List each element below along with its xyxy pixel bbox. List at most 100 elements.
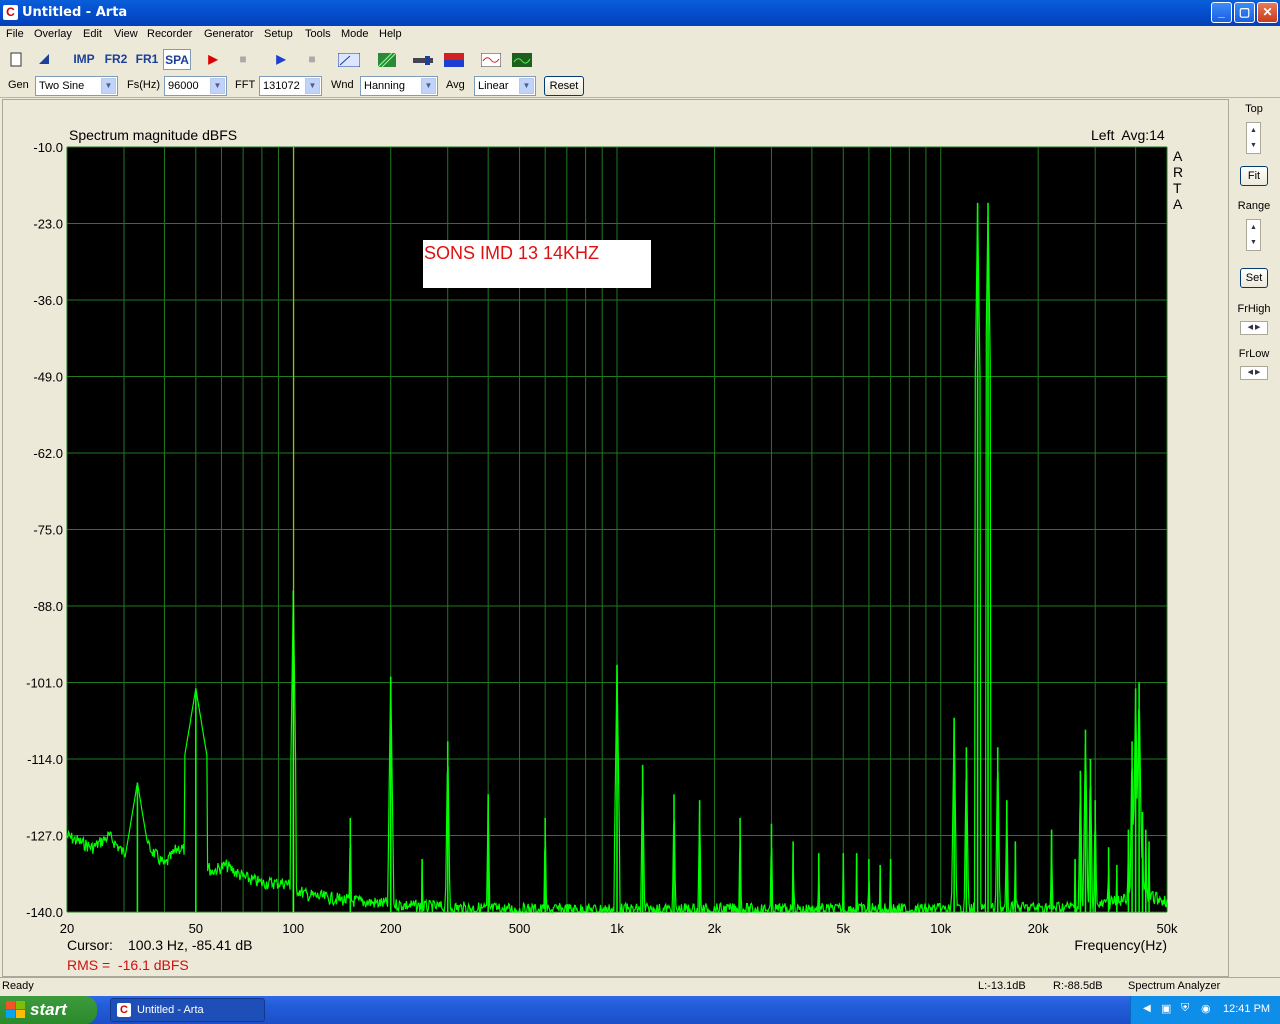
taskbar: start C Untitled - Arta ◀ ▣ ⛨ ◉ 12:41 PM xyxy=(0,996,1280,1024)
rms-readout: RMS = -16.1 dBFS xyxy=(67,957,189,973)
y-tick-label: -75.0 xyxy=(33,523,63,538)
new-file-icon[interactable] xyxy=(6,49,26,70)
window-title: Untitled - Arta xyxy=(22,5,128,20)
top-spinner[interactable]: ▲ ▼ xyxy=(1246,122,1261,154)
imp-mode-button[interactable]: IMP xyxy=(70,49,98,70)
status-bar: Ready L:-13.1dB R:-88.5dB Spectrum Analy… xyxy=(0,977,1280,996)
fft-label: FFT xyxy=(235,79,256,91)
network-icon[interactable]: ▣ xyxy=(1161,1002,1171,1015)
minimize-button[interactable]: _ xyxy=(1211,2,1232,23)
arta-brand-r: R xyxy=(1173,164,1183,180)
generator-select[interactable]: Two Sine ▼ xyxy=(35,76,118,96)
toolbar: IMP FR2 FR1 SPA ▶ ■ ▶ ■ xyxy=(0,46,1280,72)
frlow-label: FrLow xyxy=(1238,348,1270,360)
menu-help[interactable]: Help xyxy=(379,28,402,40)
down-arrow-icon[interactable]: ▼ xyxy=(1247,138,1260,153)
avg-label: Avg xyxy=(446,79,465,91)
antivirus-icon[interactable]: ◉ xyxy=(1201,1002,1211,1015)
security-shield-icon[interactable]: ⛨ xyxy=(1181,1002,1189,1015)
chart-title: Spectrum magnitude dBFS xyxy=(69,127,237,143)
title-bar: C Untitled - Arta _ ▢ ✕ xyxy=(0,0,1280,26)
range-spinner[interactable]: ▲ ▼ xyxy=(1246,219,1261,251)
x-tick-label: 50 xyxy=(189,921,203,936)
sample-rate-select[interactable]: 96000 ▼ xyxy=(164,76,227,96)
top-label: Top xyxy=(1245,103,1263,115)
averaging-select[interactable]: Linear ▼ xyxy=(474,76,536,96)
menu-edit[interactable]: Edit xyxy=(83,28,102,40)
arta-logo-icon: C xyxy=(3,5,18,20)
y-tick-label: -49.0 xyxy=(33,370,63,385)
menu-setup[interactable]: Setup xyxy=(264,28,293,40)
spectrum-icon[interactable] xyxy=(511,49,533,70)
down-arrow-icon[interactable]: ▼ xyxy=(1247,235,1260,250)
x-tick-label: 5k xyxy=(836,921,850,936)
system-tray: ◀ ▣ ⛨ ◉ 12:41 PM xyxy=(1130,996,1280,1024)
options-bar: Gen Two Sine ▼ Fs(Hz) 96000 ▼ FFT 131072 ▼ … xyxy=(0,73,1280,98)
up-arrow-icon[interactable]: ▲ xyxy=(1247,220,1260,235)
taskbar-item-label: Untitled - Arta xyxy=(137,1004,204,1016)
annotation-text: SONS IMD 13 14KHZ xyxy=(424,243,599,263)
arta-brand-a2: A xyxy=(1173,196,1183,212)
menu-file[interactable]: File xyxy=(6,28,24,40)
fr1-mode-button[interactable]: FR1 xyxy=(133,49,161,70)
reset-button[interactable]: Reset xyxy=(544,76,584,96)
status-ready: Ready xyxy=(2,980,34,992)
right-control-panel: Top ▲ ▼ Fit Range ▲ ▼ Set FrHigh ◀ ▶ FrLow… xyxy=(1230,99,1278,977)
fr2-mode-button[interactable]: FR2 xyxy=(102,49,130,70)
gen-label: Gen xyxy=(8,79,29,91)
channel-avg-label: Left Avg:14 xyxy=(1091,127,1165,143)
spectrum-chart[interactable]: Spectrum magnitude dBFS Left Avg:14 -10.… xyxy=(3,100,1230,978)
x-tick-label: 1k xyxy=(610,921,624,936)
chevron-down-icon: ▼ xyxy=(210,78,225,94)
menu-recorder[interactable]: Recorder xyxy=(147,28,192,40)
x-tick-label: 20 xyxy=(60,921,74,936)
arta-brand-a1: A xyxy=(1173,148,1183,164)
level-icon[interactable] xyxy=(444,49,464,70)
x-tick-label: 2k xyxy=(708,921,722,936)
chevron-down-icon: ▼ xyxy=(519,78,534,94)
spa-mode-button[interactable]: SPA xyxy=(163,49,191,70)
open-file-icon[interactable] xyxy=(34,49,54,70)
y-tick-label: -127.0 xyxy=(26,829,63,844)
wnd-label: Wnd xyxy=(331,79,354,91)
fit-button[interactable]: Fit xyxy=(1240,166,1268,186)
play-icon[interactable]: ▶ xyxy=(272,49,290,70)
start-button[interactable]: start xyxy=(0,996,97,1024)
x-tick-label: 100 xyxy=(282,921,304,936)
record-icon[interactable]: ▶ xyxy=(204,49,222,70)
close-button[interactable]: ✕ xyxy=(1257,2,1278,23)
x-tick-label: 10k xyxy=(930,921,951,936)
stop-play-icon[interactable]: ■ xyxy=(303,49,321,70)
y-tick-label: -36.0 xyxy=(33,293,63,308)
fs-label: Fs(Hz) xyxy=(127,79,160,91)
pattern-icon[interactable] xyxy=(377,49,397,70)
menu-view[interactable]: View xyxy=(114,28,138,40)
start-label[interactable]: start xyxy=(30,1000,67,1019)
menu-tools[interactable]: Tools xyxy=(305,28,331,40)
y-tick-label: -88.0 xyxy=(33,599,63,614)
stop-icon[interactable]: ■ xyxy=(234,49,252,70)
frlow-spinner[interactable]: ◀ ▶ xyxy=(1240,366,1268,380)
menu-mode[interactable]: Mode xyxy=(341,28,369,40)
meter-icon[interactable] xyxy=(413,49,433,70)
abc-icon[interactable] xyxy=(337,49,361,70)
scope-icon[interactable] xyxy=(480,49,502,70)
tray-expand-icon[interactable]: ◀ xyxy=(1143,1003,1151,1014)
mode-indicator: Spectrum Analyzer xyxy=(1128,980,1221,992)
set-button[interactable]: Set xyxy=(1240,268,1268,288)
plot-panel: Spectrum magnitude dBFS Left Avg:14 -10.… xyxy=(2,99,1229,977)
maximize-button[interactable]: ▢ xyxy=(1234,2,1255,23)
up-arrow-icon[interactable]: ▲ xyxy=(1247,123,1260,138)
y-tick-label: -140.0 xyxy=(26,905,63,920)
left-level: L:-13.1dB xyxy=(978,980,1026,992)
y-tick-label: -101.0 xyxy=(26,676,63,691)
fft-size-select[interactable]: 131072 ▼ xyxy=(259,76,322,96)
menu-overlay[interactable]: Overlay xyxy=(34,28,72,40)
frhigh-spinner[interactable]: ◀ ▶ xyxy=(1240,321,1268,335)
range-label: Range xyxy=(1237,200,1271,212)
menu-generator[interactable]: Generator xyxy=(204,28,254,40)
window-select[interactable]: Hanning ▼ xyxy=(360,76,438,96)
taskbar-item-arta[interactable]: C Untitled - Arta xyxy=(110,998,265,1022)
arta-brand-t: T xyxy=(1173,180,1182,196)
chevron-down-icon: ▼ xyxy=(305,78,320,94)
